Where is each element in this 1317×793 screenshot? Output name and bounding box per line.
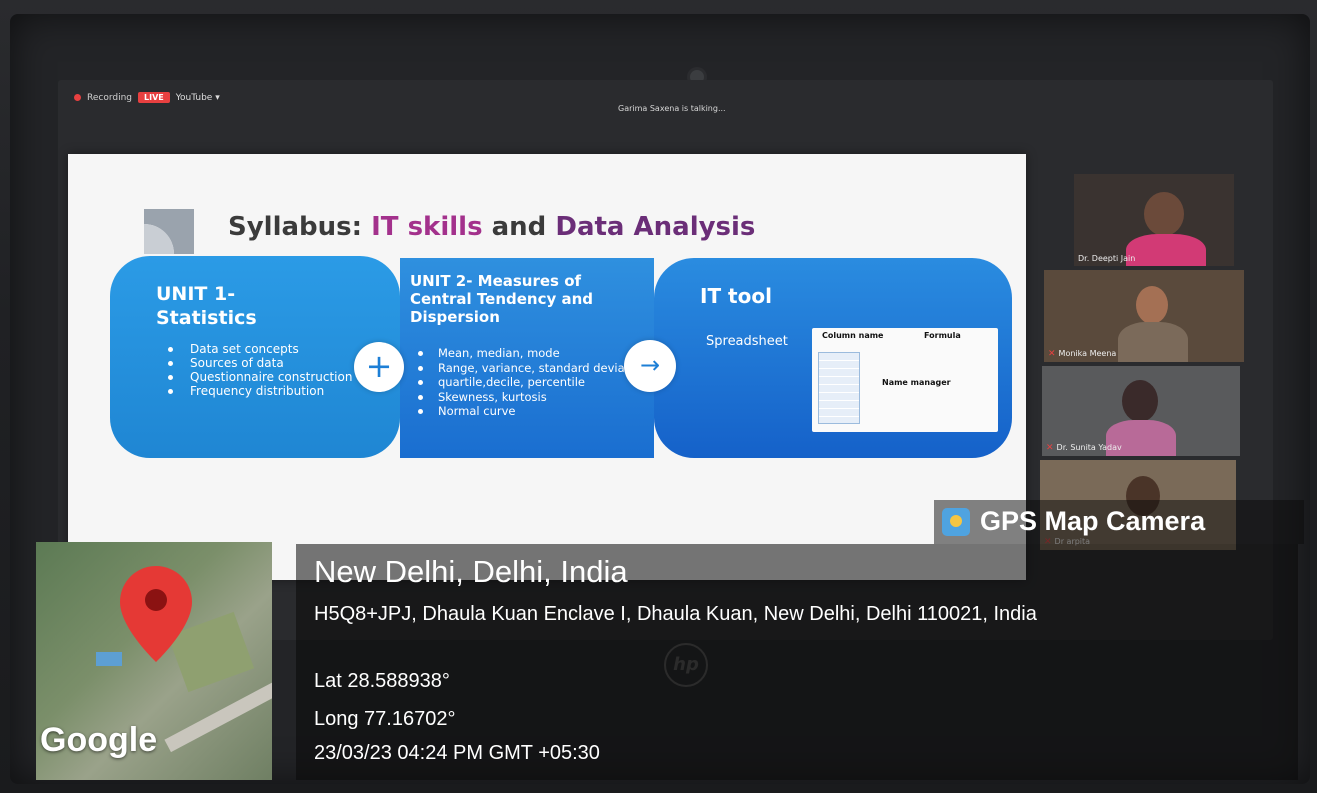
participant-name: Dr. Deepti Jain [1078, 254, 1136, 263]
unit2-heading-line3: Dispersion [410, 308, 500, 326]
name-manager-label: Name manager [882, 378, 951, 387]
participant-tile[interactable]: Dr. Deepti Jain [1074, 174, 1234, 266]
slide-decoration-icon [144, 209, 194, 254]
participant-name: ✕ Monika Meena [1048, 349, 1116, 359]
column-name-label: Column name [822, 331, 884, 340]
unit2-heading-line1: UNIT 2- Measures of [410, 272, 582, 290]
gps-overlay: Google New Delhi, Delhi, India H5Q8+JPJ,… [28, 540, 1298, 780]
participant-name-text: Monika Meena [1058, 349, 1117, 358]
list-item: Range, variance, standard deviation [412, 361, 647, 376]
slide-title-data-analysis: Data Analysis [555, 212, 756, 242]
datetime-text: 23/03/23 04:24 PM GMT +05:30 [314, 742, 600, 764]
recording-status: Recording LIVE YouTube ▾ [74, 92, 220, 103]
unit1-list: Data set concepts Sources of data Questi… [156, 342, 352, 398]
list-item: Skewness, kurtosis [412, 390, 647, 405]
gps-app-name: GPS Map Camera [980, 506, 1206, 536]
list-item: Data set concepts [156, 342, 352, 356]
recording-label: Recording [87, 92, 133, 103]
gps-camera-icon [942, 508, 970, 536]
stream-target-dropdown[interactable]: YouTube ▾ [176, 93, 220, 103]
unit2-heading-line2: Central Tendency and [410, 290, 594, 308]
list-item: Sources of data [156, 356, 352, 370]
participant-avatar [1144, 192, 1184, 236]
list-item: Questionnaire construction [156, 370, 352, 384]
unit2-box: UNIT 2- Measures of Central Tendency and… [400, 258, 654, 458]
longitude-text: Long 77.16702° [314, 708, 456, 730]
participant-name-text: Dr. Sunita Yadav [1056, 443, 1122, 452]
participant-avatar [1122, 380, 1158, 422]
list-item: Frequency distribution [156, 384, 352, 398]
unit1-heading-line2: Statistics [156, 307, 257, 329]
unit1-heading-line1: UNIT 1- [156, 283, 236, 305]
talking-indicator: Garima Saxena is talking... [618, 104, 726, 113]
it-tool-box: IT tool Spreadsheet Column name Formula … [654, 258, 1012, 458]
spreadsheet-grid [818, 352, 860, 424]
map-pin-icon [120, 566, 192, 662]
spreadsheet-screenshot: Column name Formula Name manager [812, 328, 998, 432]
map-thumbnail: Google [36, 542, 272, 780]
mic-muted-icon: ✕ [1046, 443, 1054, 453]
address-text: H5Q8+JPJ, Dhaula Kuan Enclave I, Dhaula … [314, 603, 1037, 625]
it-tool-heading: IT tool [700, 284, 772, 308]
place-name: New Delhi, Delhi, India [314, 554, 628, 589]
participant-body [1118, 322, 1188, 362]
unit1-heading: UNIT 1- Statistics [156, 282, 257, 330]
mic-muted-icon: ✕ [1048, 349, 1056, 359]
arrow-right-icon: → [624, 340, 676, 392]
participant-avatar [1136, 286, 1168, 324]
meeting-topbar: Recording LIVE YouTube ▾ Garima Saxena i… [58, 80, 1273, 116]
formula-label: Formula [924, 331, 961, 340]
location-info-panel: New Delhi, Delhi, India H5Q8+JPJ, Dhaula… [296, 544, 1298, 780]
plus-icon: + [354, 342, 404, 392]
list-item: Normal curve [412, 404, 647, 419]
participant-tile[interactable]: ✕ Monika Meena [1044, 270, 1244, 362]
slide-title-prefix: Syllabus: [228, 212, 363, 242]
list-item: quartile,decile, percentile [412, 375, 647, 390]
recording-dot-icon [74, 94, 81, 101]
participant-tile[interactable]: ✕ Dr. Sunita Yadav [1042, 366, 1240, 456]
slide-title-it-skills: IT skills [371, 212, 483, 242]
gps-app-badge: GPS Map Camera [934, 500, 1304, 544]
map-pool [96, 652, 122, 666]
unit2-list: Mean, median, mode Range, variance, stan… [412, 346, 647, 419]
live-badge: LIVE [138, 92, 170, 103]
presentation-slide: Syllabus: IT skills and Data Analysis UN… [68, 154, 1026, 580]
participant-name: ✕ Dr. Sunita Yadav [1046, 443, 1122, 453]
list-item: Mean, median, mode [412, 346, 647, 361]
google-logo: Google [40, 721, 158, 759]
unit2-heading: UNIT 2- Measures of Central Tendency and… [410, 272, 593, 326]
spreadsheet-label: Spreadsheet [706, 334, 788, 349]
slide-title: Syllabus: IT skills and Data Analysis [228, 212, 755, 242]
latitude-text: Lat 28.588938° [314, 670, 450, 692]
slide-title-and: and [491, 212, 547, 242]
participant-body [1126, 234, 1206, 266]
